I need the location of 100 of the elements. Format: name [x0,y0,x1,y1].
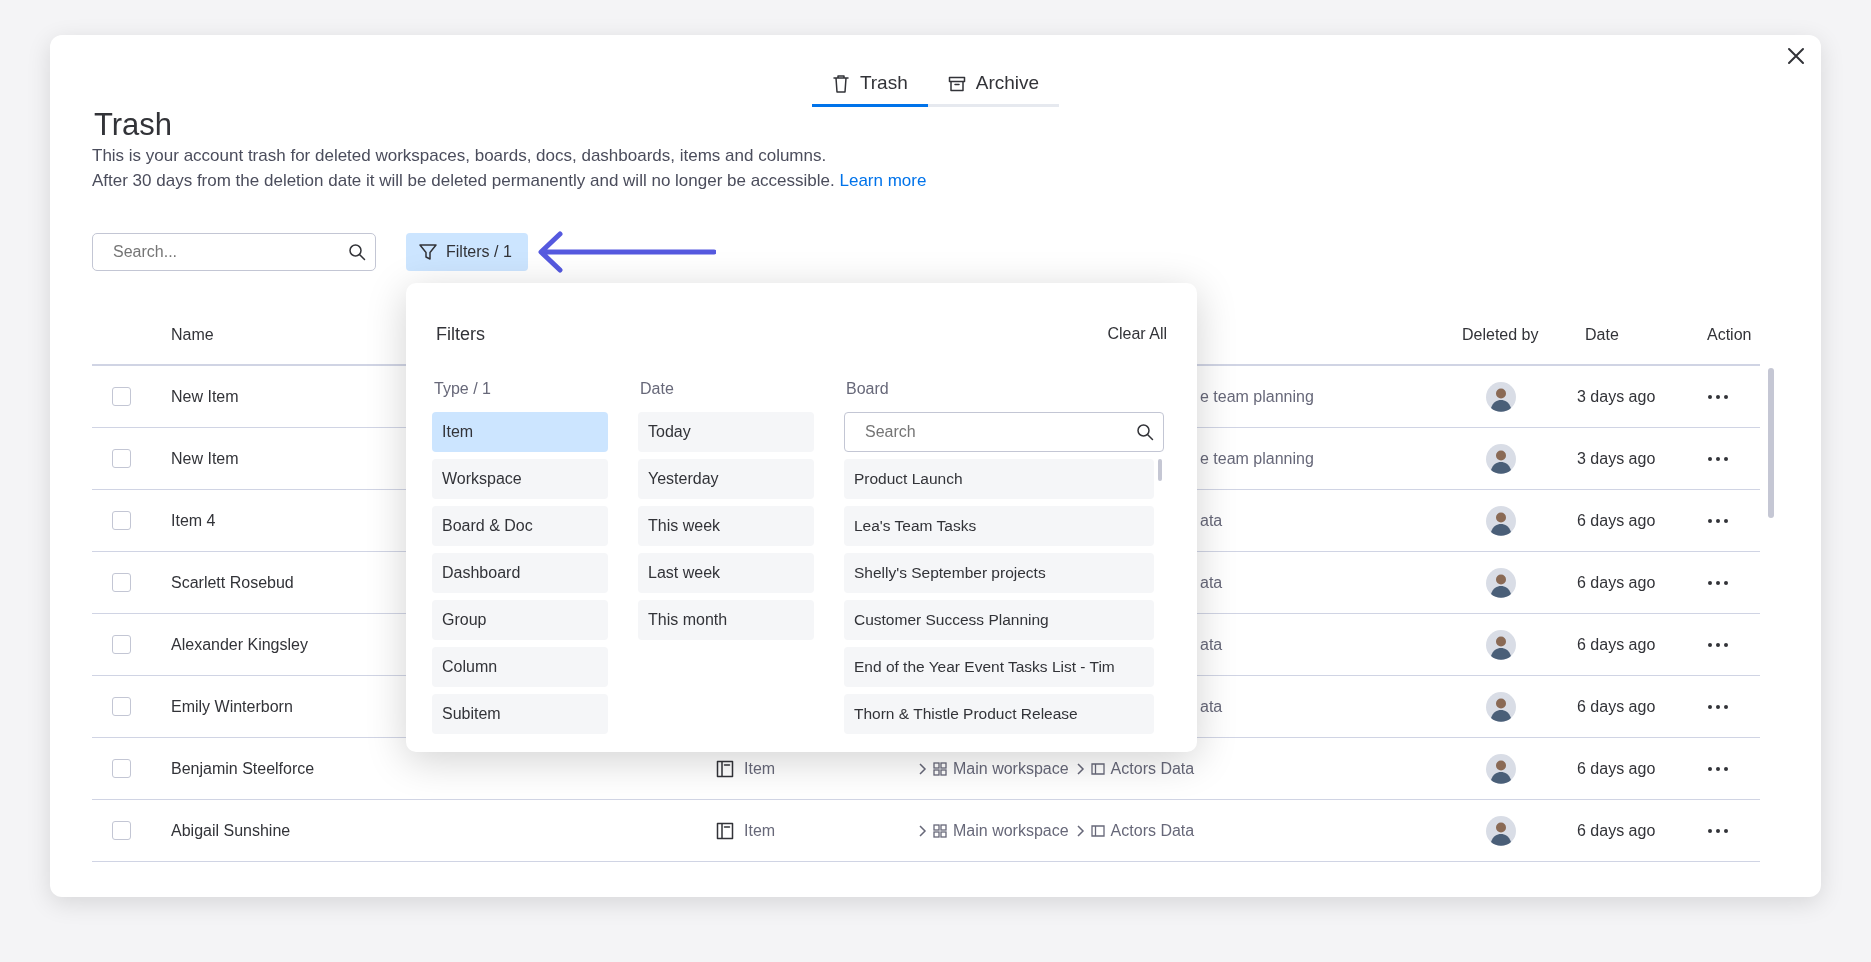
filter-option[interactable]: Group [432,600,608,640]
filter-icon [418,242,438,262]
workspace-link[interactable]: Main workspace [953,818,1069,843]
item-name: Alexander Kingsley [171,635,308,653]
more-icon[interactable] [1707,642,1729,649]
section-label: Board [846,379,890,399]
filter-option[interactable]: This month [638,600,814,640]
more-icon[interactable] [1707,518,1729,525]
item-type: Item [744,820,776,841]
column-header: Date [1585,325,1619,345]
archive-icon [947,74,966,93]
item-name: Item 4 [171,511,216,529]
location-text: ata [1200,635,1223,653]
item-name: New Item [171,449,239,467]
checkbox[interactable] [112,697,131,716]
board-option[interactable]: Shelly's September projects [844,553,1154,593]
grid-icon [933,761,947,776]
filter-option[interactable]: Item [432,412,608,452]
checkbox[interactable] [112,387,131,406]
filter-option[interactable]: Yesterday [638,459,814,499]
deleted-date: 6 days ago [1577,759,1656,777]
item-type: Item [744,758,776,779]
filter-option[interactable]: Column [432,647,608,687]
more-icon[interactable] [1707,766,1729,773]
filter-option[interactable]: Board & Doc [432,506,608,546]
checkbox[interactable] [112,511,131,530]
tab[interactable]: Trash [811,63,928,107]
filter-option[interactable]: Dashboard [432,553,608,593]
panel-title: Filters [436,322,485,346]
filter-option[interactable]: Today [638,412,814,452]
description-text: This is your account trash for deleted workspaces, boards, docs, dashboards, items and columns. [92,145,828,167]
avatar [1486,443,1516,474]
checkbox[interactable] [112,759,131,778]
item-name: Emily Winterborn [171,697,293,715]
tab[interactable]: Archive [927,63,1060,107]
more-icon[interactable] [1707,828,1729,835]
chevron-icon [917,761,927,776]
page-title: Trash [94,107,174,143]
scrollbar[interactable] [1768,368,1774,518]
more-icon[interactable] [1707,580,1729,587]
checkbox[interactable] [112,635,131,654]
close-icon [1785,45,1807,67]
item-name: Scarlett Rosebud [171,573,294,591]
board-option[interactable]: Product Launch [844,459,1154,499]
deleted-date: 6 days ago [1577,697,1656,715]
board-icon [1090,824,1105,837]
more-icon[interactable] [1707,456,1729,463]
board-search-field[interactable]: Search [844,412,1164,452]
avatar [1486,815,1516,846]
deleted-date: 6 days ago [1577,635,1656,653]
location-text: e team planning [1200,387,1314,405]
item-name: Abigail Sunshine [171,821,291,839]
location-text: e team planning [1200,449,1314,467]
column-header: Deleted by [1462,325,1539,345]
deleted-date: 6 days ago [1577,573,1656,591]
location-text: ata [1200,573,1223,591]
deleted-date: 6 days ago [1577,511,1656,529]
filter-option[interactable]: Last week [638,553,814,593]
chevron-icon [917,823,927,838]
board-link[interactable]: Actors Data [1110,756,1195,781]
avatar [1486,567,1516,598]
board-option[interactable]: Thorn & Thistle Product Release [844,694,1154,734]
section-label: Date [640,379,675,399]
description-text: After 30 days from the deletion date it will be deleted permanently and will no longer be accessible. Learn more [92,170,928,192]
filter-option[interactable]: Subitem [432,694,608,734]
grid-icon [933,823,947,838]
board-option[interactable]: Lea's Team Tasks [844,506,1154,546]
item-name: Benjamin Steelforce [171,759,315,777]
board-option[interactable]: End of the Year Event Tasks List - Tim [844,647,1154,687]
workspace-link[interactable]: Main workspace [953,756,1069,781]
board-link[interactable]: Actors Data [1110,818,1195,843]
search-icon [348,243,366,261]
clear-all-button[interactable]: Clear All [1107,322,1167,346]
item-name: New Item [171,387,239,405]
deleted-date: 3 days ago [1577,449,1656,467]
deleted-date: 6 days ago [1577,821,1656,839]
learn-more-link[interactable]: Learn more [839,171,927,190]
board-option[interactable]: Customer Success Planning [844,600,1154,640]
column-header: Action [1707,325,1752,345]
chevron-icon [1074,761,1085,776]
checkbox[interactable] [112,573,131,592]
filter-option[interactable]: Workspace [432,459,608,499]
more-icon[interactable] [1707,704,1729,711]
deleted-date: 3 days ago [1577,387,1656,405]
search-icon [1136,423,1154,441]
checkbox[interactable] [112,449,131,468]
avatar [1486,629,1516,660]
more-icon[interactable] [1707,394,1729,401]
scrollbar[interactable] [1158,459,1162,481]
trash-icon [831,73,850,94]
avatar [1486,381,1516,412]
checkbox[interactable] [112,821,131,840]
filter-option[interactable]: This week [638,506,814,546]
avatar [1486,691,1516,722]
avatar [1486,753,1516,784]
filters-button[interactable]: Filters / 1 [406,233,528,271]
search-field[interactable]: Search... [92,233,376,271]
item-icon [716,821,734,840]
column-header: Name [171,325,214,345]
avatar [1486,505,1516,536]
